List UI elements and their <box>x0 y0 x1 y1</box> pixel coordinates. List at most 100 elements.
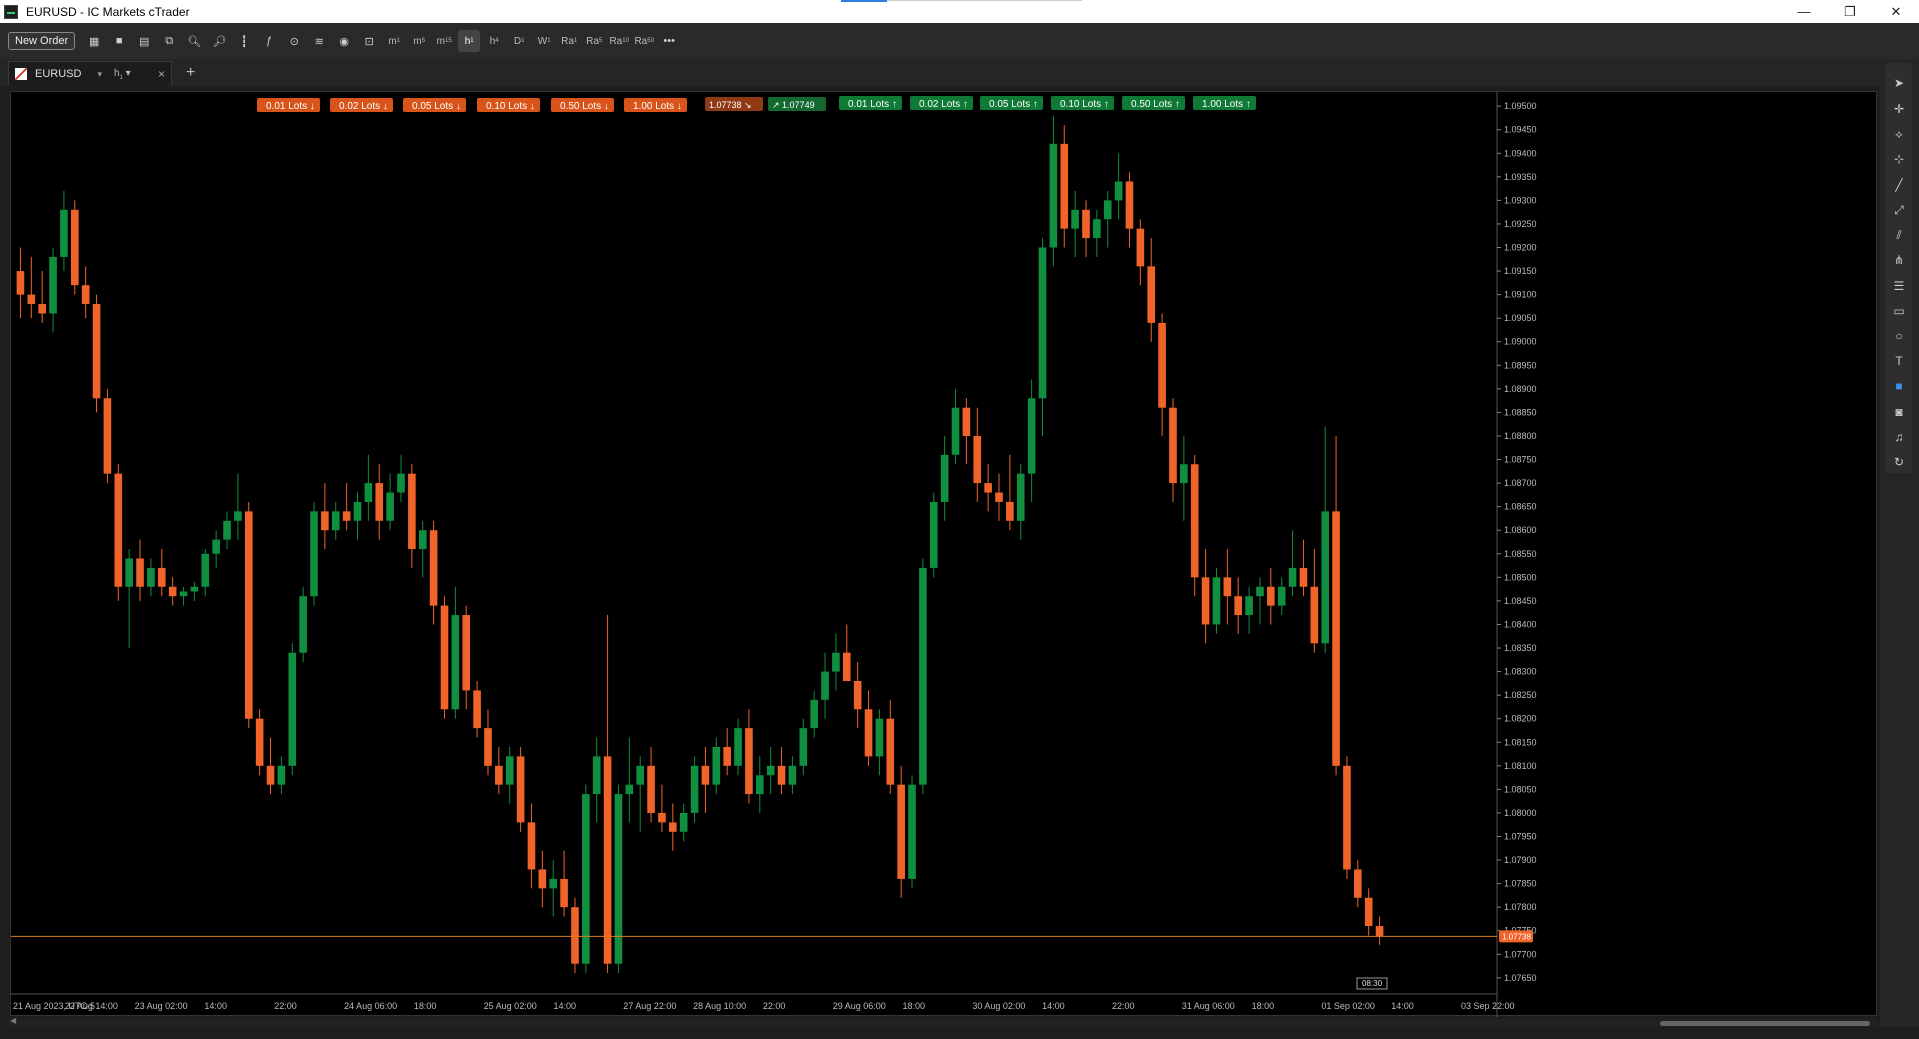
candle-body <box>38 304 46 314</box>
sell-lots-label[interactable]: 0.05 Lots ↓ <box>412 101 461 112</box>
text-icon[interactable]: T <box>1886 351 1912 371</box>
candle-body <box>212 539 220 554</box>
candle-body <box>1234 596 1243 616</box>
price-tick-label: 1.08750 <box>1504 455 1537 465</box>
ray-icon[interactable]: ⤢ <box>1886 200 1912 220</box>
alert-bell-icon[interactable]: ♫ <box>1886 427 1912 447</box>
buy-lots-label[interactable]: 0.10 Lots ↑ <box>1060 99 1109 110</box>
title-accent <box>841 0 887 2</box>
tab-close-icon[interactable]: × <box>158 67 165 81</box>
cbot-icon[interactable]: ⊙ <box>283 30 305 52</box>
ask-price-label[interactable]: ↗ 1.07749 <box>772 100 815 110</box>
refresh-icon[interactable]: ↻ <box>1886 452 1912 472</box>
channel-icon[interactable]: ⫽ <box>1886 225 1912 245</box>
tab-timeframe[interactable]: h1 ▾ <box>114 68 131 81</box>
candle-body <box>1267 586 1275 606</box>
buy-lots-label[interactable]: 0.05 Lots ↑ <box>989 99 1038 110</box>
candle-body <box>940 454 949 502</box>
more-options-icon[interactable]: ••• <box>658 30 680 52</box>
sell-lots-label[interactable]: 0.02 Lots ↓ <box>339 101 388 112</box>
multi-chart-icon[interactable]: ▤ <box>133 30 155 52</box>
timeframe-h1[interactable]: h1 <box>458 30 481 52</box>
candle-body <box>788 765 797 785</box>
camera-icon[interactable]: ◙ <box>1886 402 1912 422</box>
rectangle-icon[interactable]: ▭ <box>1886 301 1912 321</box>
candle-body <box>288 652 297 766</box>
layers-icon[interactable]: ≋ <box>308 30 330 52</box>
time-axis-label: 03 Sep 22:00 <box>1461 1001 1515 1011</box>
minimize-button[interactable]: — <box>1781 0 1827 23</box>
price-tick-label: 1.08450 <box>1504 596 1537 606</box>
timeframe-ra1[interactable]: Ra 1 <box>558 30 580 52</box>
candle-body <box>331 511 340 531</box>
sell-lots-label[interactable]: 0.10 Lots ↓ <box>486 101 535 112</box>
candle-body <box>179 591 188 597</box>
single-chart-icon[interactable]: ■ <box>108 30 130 52</box>
time-axis-label: 22 Aug 14:00 <box>65 1001 118 1011</box>
chart-area[interactable]: 1.09500 1.09450 1.09400 1.09350 1.09300 1.092… <box>10 91 1878 1017</box>
candle-body <box>1277 586 1286 606</box>
time-axis-label: 14:00 <box>1391 1001 1414 1011</box>
candlestick-chart[interactable]: 1.09500 1.09450 1.09400 1.09350 1.09300 1.092… <box>11 92 1878 1017</box>
candle-body <box>1310 586 1319 644</box>
timeframe-h4[interactable]: h4 <box>483 30 505 52</box>
zoom-out-icon[interactable]: 🔍︎ <box>183 30 205 52</box>
scrollbar-thumb[interactable] <box>1660 1021 1870 1026</box>
close-window-button[interactable]: ✕ <box>1873 0 1919 23</box>
time-axis-label: 23 Aug 02:00 <box>135 1001 188 1011</box>
sell-lots-label[interactable]: 0.01 Lots ↓ <box>266 101 315 112</box>
new-order-button[interactable]: New Order <box>8 32 76 50</box>
chart-type-icon[interactable]: ┇ <box>233 30 255 52</box>
template-icon[interactable]: ⊡ <box>358 30 380 52</box>
current-price-label: 1.07738 <box>1502 932 1531 941</box>
zoom-in-icon[interactable]: 🔎︎ <box>208 30 230 52</box>
sell-lots-label[interactable]: 0.50 Lots ↓ <box>560 101 609 112</box>
candle-body <box>875 718 884 757</box>
candle-body <box>1223 577 1232 597</box>
timeframe-ra50[interactable]: Ra 50 <box>633 30 655 52</box>
timeframe-ra10[interactable]: Ra 10 <box>608 30 630 52</box>
timeframe-m5[interactable]: m5 <box>408 30 430 52</box>
tab-eurusd[interactable]: EURUSD ▾ h1 ▾ × <box>8 61 172 86</box>
candle-body <box>1288 567 1297 587</box>
pitchfork-icon[interactable]: ⋔ <box>1886 250 1912 270</box>
restore-button[interactable]: ❐ <box>1827 0 1873 23</box>
chart-settings-icon[interactable]: ⧉ <box>158 30 180 52</box>
cursor-icon[interactable]: ➤ <box>1886 73 1912 93</box>
buy-lots-label[interactable]: 0.01 Lots ↑ <box>848 99 897 110</box>
candle-body <box>16 271 25 295</box>
timeframe-d1[interactable]: D1 <box>508 30 530 52</box>
timeframe-w1[interactable]: W1 <box>533 30 555 52</box>
buy-lots-label[interactable]: 0.50 Lots ↑ <box>1131 99 1180 110</box>
eye-icon[interactable]: ◉ <box>333 30 355 52</box>
candle-body <box>266 765 275 785</box>
layout-grid-icon[interactable]: ▦ <box>83 30 105 52</box>
ellipse-icon[interactable]: ○ <box>1886 326 1912 346</box>
indicators-icon[interactable]: ƒ <box>258 30 280 52</box>
bid-price-label[interactable]: 1.07738 ↘ <box>709 100 752 110</box>
buy-lots-label[interactable]: 0.02 Lots ↑ <box>919 99 968 110</box>
add-tab-icon[interactable]: + <box>186 64 195 82</box>
buy-lots-label[interactable]: 1.00 Lots ↑ <box>1202 99 1251 110</box>
sell-lots-label[interactable]: 1.00 Lots ↓ <box>633 101 682 112</box>
crosshair-icon[interactable]: ✛ <box>1886 99 1912 119</box>
timeframe-m1[interactable]: m1 <box>383 30 405 52</box>
price-tick-label: 1.07900 <box>1504 855 1537 865</box>
magnet-icon[interactable]: ⟡ <box>1886 124 1912 144</box>
fibonacci-icon[interactable]: ☰ <box>1886 276 1912 296</box>
price-tick-label: 1.07850 <box>1504 879 1537 889</box>
scroll-left-icon[interactable]: ◀ <box>10 1016 16 1025</box>
candle-body <box>886 718 895 785</box>
price-tick-label: 1.07700 <box>1504 949 1537 959</box>
timeframe-m15[interactable]: m 15 <box>433 30 455 52</box>
candle-body <box>1212 577 1221 625</box>
color-square-icon[interactable]: ■ <box>1886 376 1912 396</box>
symbol-dropdown-icon[interactable]: ▾ <box>97 69 102 80</box>
trend-line-icon[interactable]: ╱ <box>1886 175 1912 195</box>
price-tick-label: 1.07800 <box>1504 902 1537 912</box>
ruler-icon[interactable]: ⊹ <box>1886 149 1912 169</box>
time-cursor-label: 08:30 <box>1362 979 1383 988</box>
timeframe-ra5[interactable]: Ra 5 <box>583 30 605 52</box>
chart-horizontal-scrollbar[interactable]: ◀ <box>10 1016 1877 1027</box>
candle-body <box>277 765 286 785</box>
